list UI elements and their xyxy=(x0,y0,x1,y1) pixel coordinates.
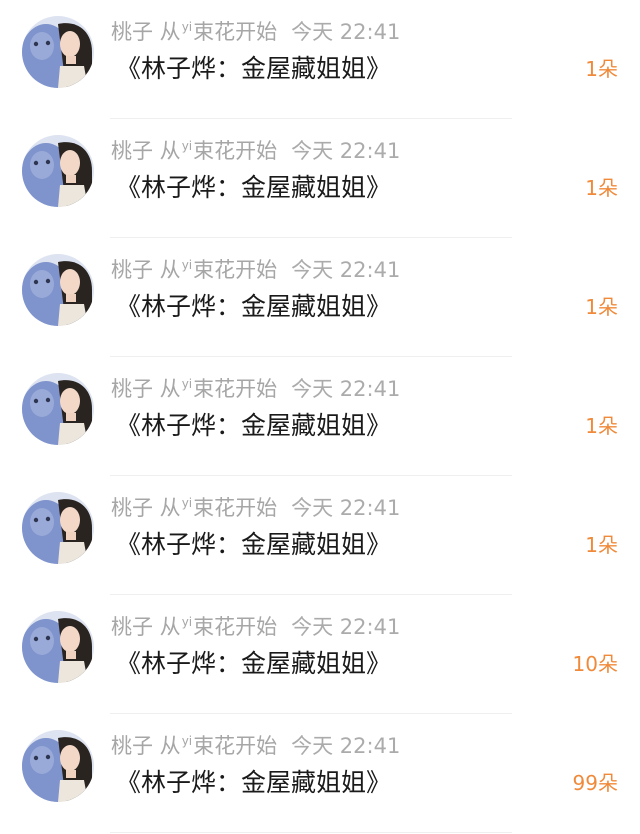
item-title: 《林子烨：金屋藏姐姐》 xyxy=(116,768,392,797)
item-meta: 桃子 从yi束花开始 今天 22:41 xyxy=(111,254,400,286)
avatar-image xyxy=(22,16,94,88)
list-item[interactable]: 桃子 从yi束花开始 今天 22:41 《林子烨：金屋藏姐姐》 1朵 xyxy=(0,0,640,119)
list-item[interactable]: 桃子 从yi束花开始 今天 22:41 《林子烨：金屋藏姐姐》 1朵 xyxy=(0,476,640,595)
flower-count: 10朵 xyxy=(572,652,618,676)
flower-count: 1朵 xyxy=(585,176,618,200)
item-title: 《林子烨：金屋藏姐姐》 xyxy=(116,54,392,83)
timestamp: 今天 22:41 xyxy=(291,734,401,758)
item-meta: 桃子 从yi束花开始 今天 22:41 xyxy=(111,373,400,405)
sender-name: 桃子 从yi束花开始 xyxy=(111,139,278,163)
item-meta: 桃子 从yi束花开始 今天 22:41 xyxy=(111,16,400,48)
timestamp: 今天 22:41 xyxy=(291,377,401,401)
sender-name: 桃子 从yi束花开始 xyxy=(111,734,278,758)
timestamp: 今天 22:41 xyxy=(291,615,401,639)
sender-name: 桃子 从yi束花开始 xyxy=(111,20,278,44)
flower-count: 1朵 xyxy=(585,414,618,438)
item-title: 《林子烨：金屋藏姐姐》 xyxy=(116,292,392,321)
flower-count: 1朵 xyxy=(585,533,618,557)
avatar-image xyxy=(22,254,94,326)
list-item[interactable]: 桃子 从yi束花开始 今天 22:41 《林子烨：金屋藏姐姐》 99朵 xyxy=(0,714,640,833)
timestamp: 今天 22:41 xyxy=(291,258,401,282)
flower-count: 1朵 xyxy=(585,57,618,81)
avatar-image xyxy=(22,611,94,683)
avatar-image xyxy=(22,373,94,445)
item-title: 《林子烨：金屋藏姐姐》 xyxy=(116,649,392,678)
item-title: 《林子烨：金屋藏姐姐》 xyxy=(116,173,392,202)
item-meta: 桃子 从yi束花开始 今天 22:41 xyxy=(111,135,400,167)
sender-name: 桃子 从yi束花开始 xyxy=(111,377,278,401)
avatar[interactable] xyxy=(22,611,94,683)
item-title: 《林子烨：金屋藏姐姐》 xyxy=(116,411,392,440)
sender-name: 桃子 从yi束花开始 xyxy=(111,615,278,639)
flower-gift-list: 桃子 从yi束花开始 今天 22:41 《林子烨：金屋藏姐姐》 1朵 桃子 从yi… xyxy=(0,0,640,834)
list-item[interactable]: 桃子 从yi束花开始 今天 22:41 《林子烨：金屋藏姐姐》 1朵 xyxy=(0,119,640,238)
flower-count: 99朵 xyxy=(572,771,618,795)
timestamp: 今天 22:41 xyxy=(291,496,401,520)
divider xyxy=(110,832,512,833)
item-title: 《林子烨：金屋藏姐姐》 xyxy=(116,530,392,559)
avatar[interactable] xyxy=(22,135,94,207)
item-meta: 桃子 从yi束花开始 今天 22:41 xyxy=(111,492,400,524)
list-item[interactable]: 桃子 从yi束花开始 今天 22:41 《林子烨：金屋藏姐姐》 1朵 xyxy=(0,238,640,357)
flower-count: 1朵 xyxy=(585,295,618,319)
avatar-image xyxy=(22,135,94,207)
avatar[interactable] xyxy=(22,373,94,445)
avatar-image xyxy=(22,730,94,802)
avatar[interactable] xyxy=(22,492,94,564)
sender-name: 桃子 从yi束花开始 xyxy=(111,258,278,282)
avatar[interactable] xyxy=(22,254,94,326)
timestamp: 今天 22:41 xyxy=(291,139,401,163)
list-item[interactable]: 桃子 从yi束花开始 今天 22:41 《林子烨：金屋藏姐姐》 1朵 xyxy=(0,357,640,476)
timestamp: 今天 22:41 xyxy=(291,20,401,44)
list-item[interactable]: 桃子 从yi束花开始 今天 22:41 《林子烨：金屋藏姐姐》 10朵 xyxy=(0,595,640,714)
item-meta: 桃子 从yi束花开始 今天 22:41 xyxy=(111,611,400,643)
sender-name: 桃子 从yi束花开始 xyxy=(111,496,278,520)
avatar[interactable] xyxy=(22,16,94,88)
item-meta: 桃子 从yi束花开始 今天 22:41 xyxy=(111,730,400,762)
avatar-image xyxy=(22,492,94,564)
avatar[interactable] xyxy=(22,730,94,802)
